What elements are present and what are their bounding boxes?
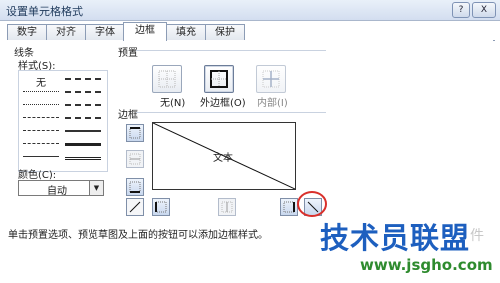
tab-alignment[interactable]: 对齐 [46, 24, 86, 40]
preset-none-button[interactable] [152, 65, 182, 93]
tab-fill[interactable]: 填充 [166, 24, 206, 40]
watermark-extra: 件 [470, 228, 484, 244]
tab-border[interactable]: 边框 [123, 22, 167, 41]
border-bottom-button[interactable] [126, 178, 144, 196]
line-style-thick[interactable] [65, 143, 101, 146]
line-style-hairline[interactable] [23, 91, 59, 92]
presets-group-label: 预置 [118, 48, 138, 59]
line-style-medium-dash-dot[interactable] [65, 104, 101, 106]
border-right-icon [283, 201, 295, 213]
preset-outline-icon [210, 70, 228, 88]
border-separator [136, 112, 326, 113]
preset-inside-button[interactable] [256, 65, 286, 93]
line-style-list: 无 [18, 70, 108, 172]
line-style-dash-dot[interactable] [23, 130, 59, 131]
border-diagonal-up-button[interactable] [126, 198, 144, 216]
tab-font[interactable]: 字体 [85, 24, 125, 40]
line-style-thin[interactable] [23, 156, 59, 157]
border-top-button[interactable] [126, 124, 144, 142]
border-middle-h-button[interactable] [126, 150, 144, 168]
line-style-dashed[interactable] [23, 143, 59, 144]
preview-text: 文本 [213, 153, 233, 164]
border-group-label: 边框 [118, 110, 138, 121]
border-middle-v-icon [221, 201, 233, 213]
line-style-dotted[interactable] [23, 104, 59, 105]
line-style-medium[interactable] [65, 130, 101, 132]
watermark-main: 技术员联盟 [320, 221, 471, 255]
presets-separator [136, 50, 326, 51]
preset-outline-label: 外边框(O) [200, 98, 246, 109]
preset-inside-icon [262, 70, 280, 88]
line-color-value: 自动 [47, 186, 67, 197]
tab-number[interactable]: 数字 [7, 24, 47, 40]
border-middle-v-button[interactable] [218, 198, 236, 216]
border-middle-h-icon [129, 153, 141, 165]
line-color-label: 颜色(C): [18, 170, 57, 181]
border-preview[interactable]: 文本 [152, 122, 296, 190]
watermark-logo: 技术员联盟 件 www.jsgho.com [270, 215, 493, 279]
tab-protection[interactable]: 保护 [205, 24, 245, 40]
border-top-icon [129, 127, 141, 139]
title-bar: 设置单元格格式 ? X [0, 0, 500, 21]
line-style-double[interactable] [65, 157, 101, 160]
line-style-none[interactable]: 无 [36, 74, 46, 89]
close-button[interactable]: X [472, 2, 496, 18]
window-title: 设置单元格格式 [6, 5, 83, 18]
preset-none-label: 无(N) [160, 98, 186, 109]
diagonal-up-icon [129, 201, 141, 213]
border-bottom-icon [129, 181, 141, 193]
chevron-down-icon[interactable]: ▼ [89, 181, 103, 195]
line-style-slanted-dash-dot[interactable] [65, 91, 101, 93]
border-left-button[interactable] [152, 198, 170, 216]
line-style-medium-dashed[interactable] [65, 117, 101, 119]
help-button[interactable]: ? [452, 2, 470, 18]
preset-outline-button[interactable] [204, 65, 234, 93]
line-style-dash-dot-dot[interactable] [23, 117, 59, 118]
tab-bar: 数字 对齐 字体 边框 填充 保护 [5, 22, 495, 41]
preset-inside-label: 内部(I) [257, 98, 288, 109]
border-left-icon [155, 201, 167, 213]
line-color-select[interactable]: 自动 ▼ [18, 180, 104, 197]
preset-none-icon [158, 70, 176, 88]
hint-text: 单击预置选项、预览草图及上面的按钮可以添加边框样式。 [8, 230, 268, 241]
watermark-url: www.jsgho.com [360, 256, 493, 274]
line-style-medium-dash-dot-dot[interactable] [65, 78, 101, 80]
